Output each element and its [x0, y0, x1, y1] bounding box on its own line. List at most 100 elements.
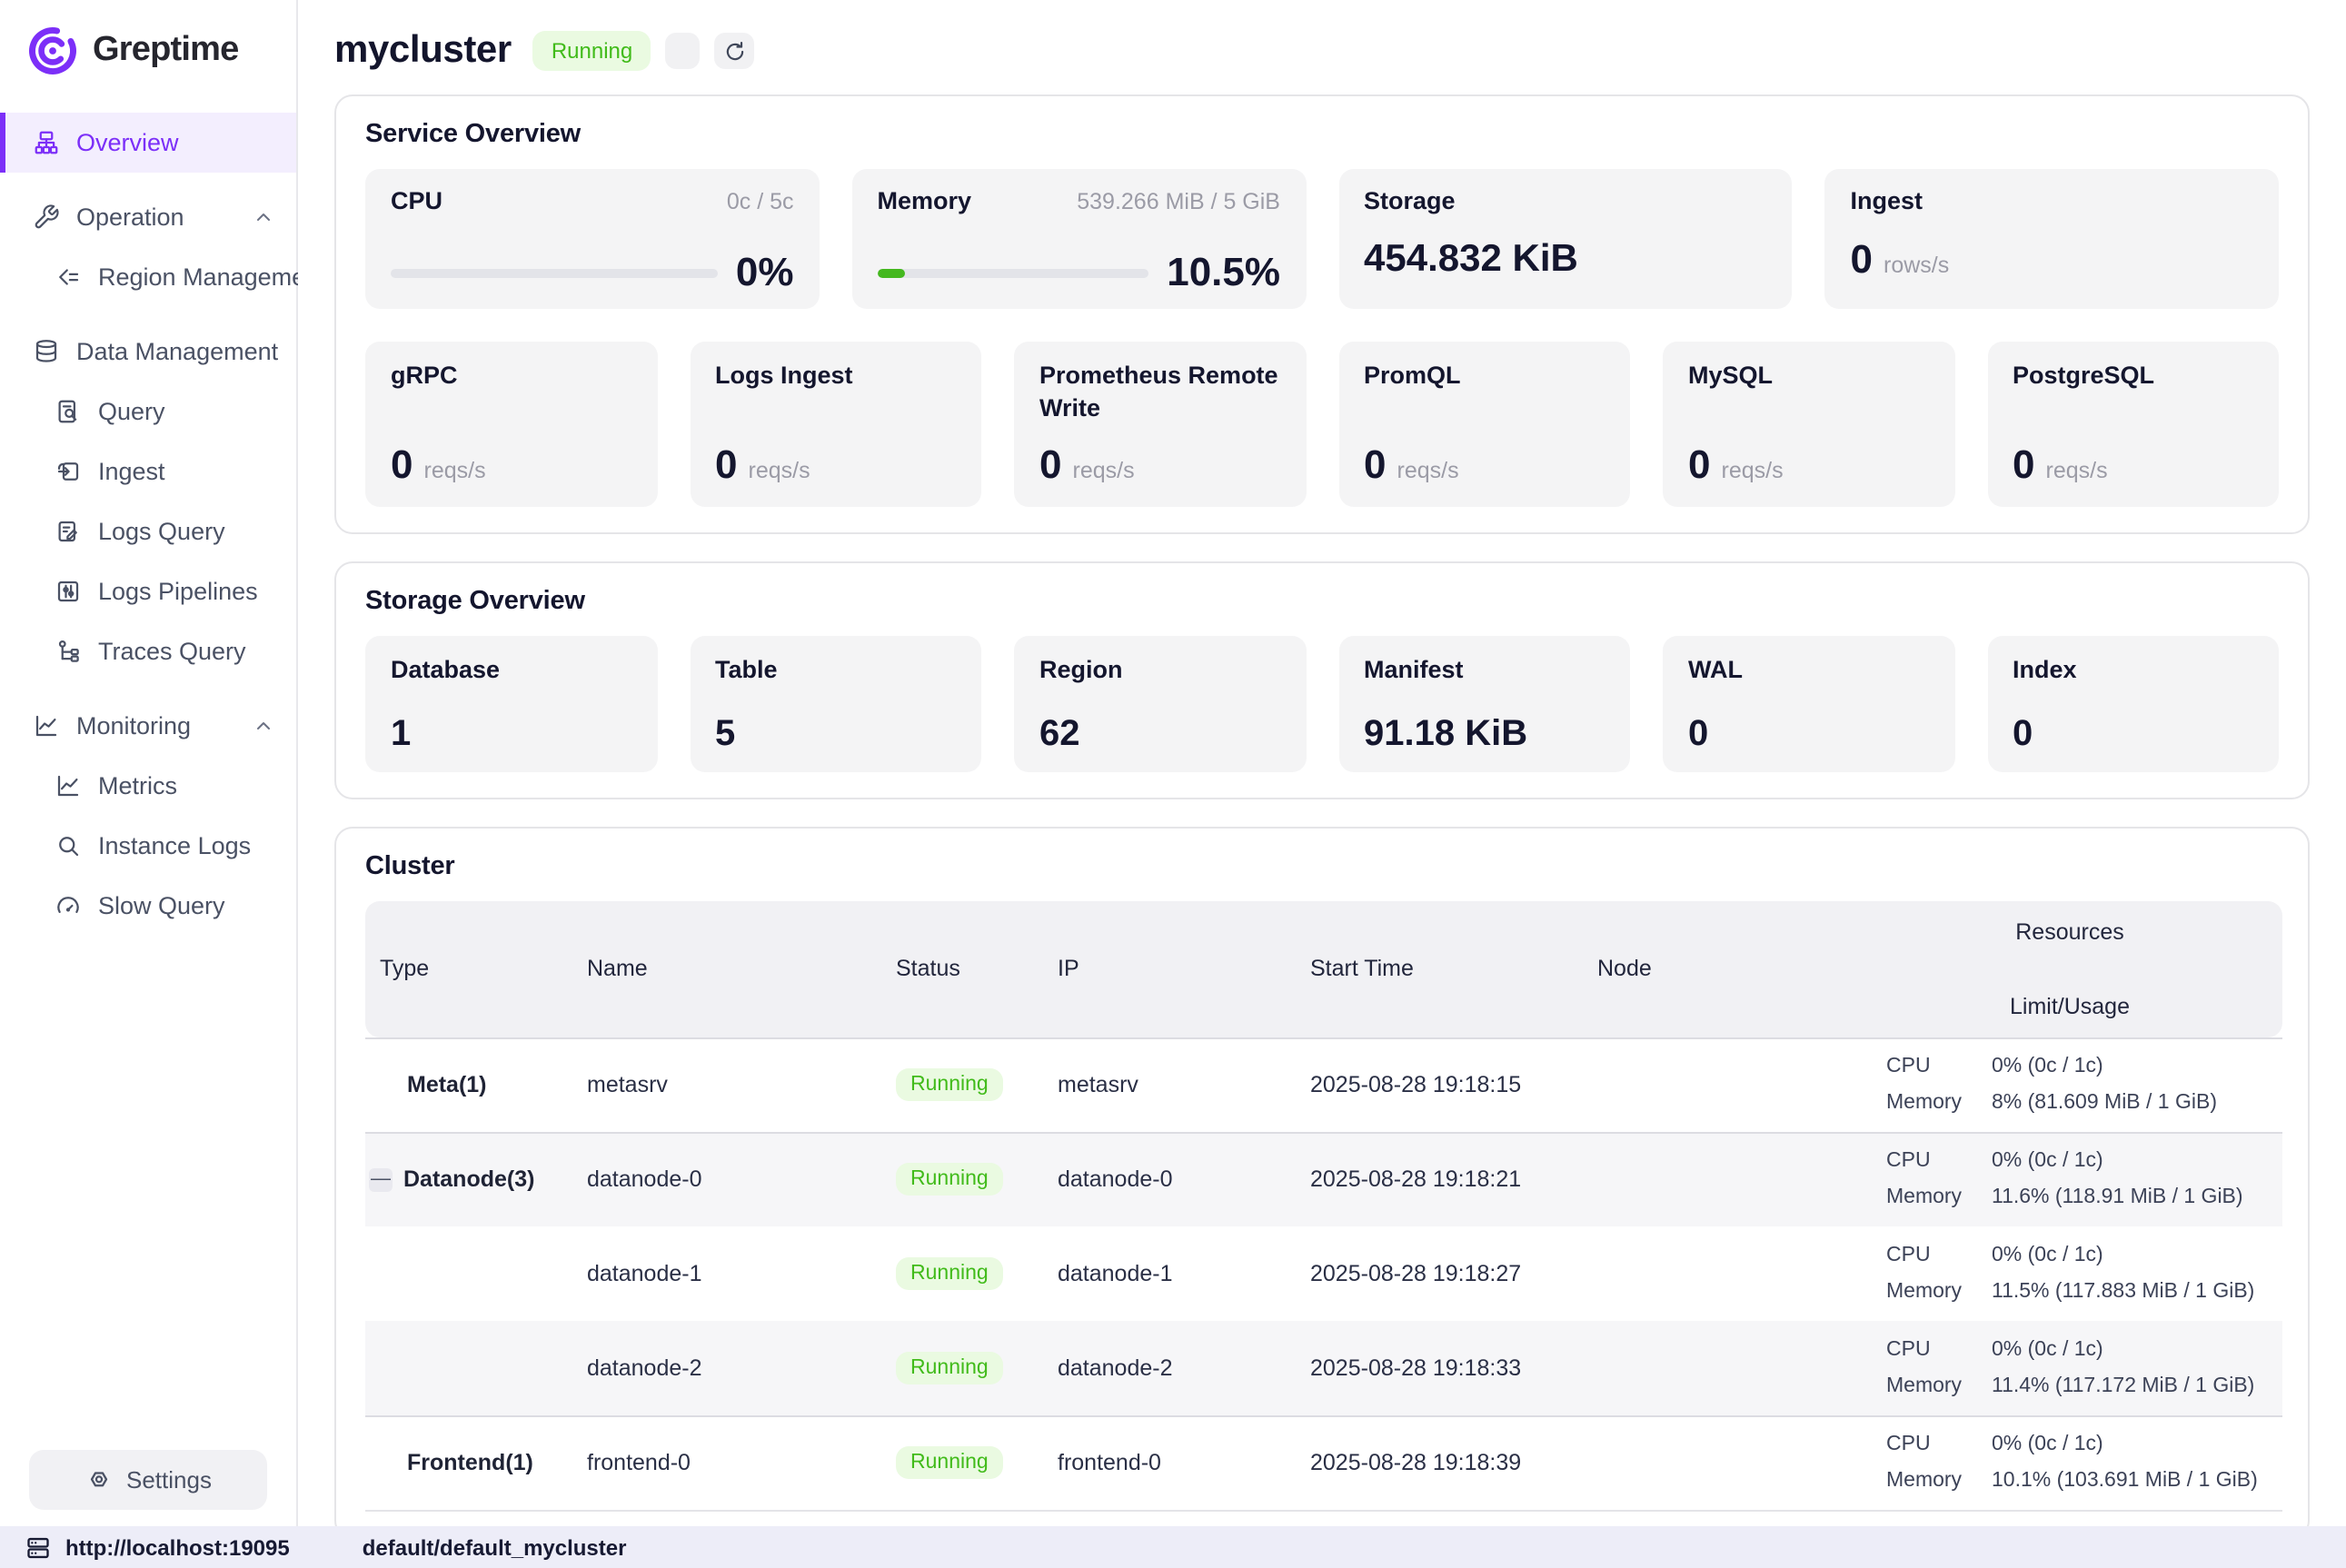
- sidebar-item-region-management[interactable]: Region Management: [0, 247, 296, 307]
- cpu-res-label: CPU: [1886, 1332, 1992, 1368]
- row-type: Meta(1): [407, 1072, 487, 1097]
- cpu-res-value: 0% (0c / 1c): [1992, 1144, 2103, 1180]
- stat-value: 0: [2013, 716, 2253, 752]
- status-badge: Running: [896, 1068, 1003, 1101]
- chevron-up-icon: [253, 715, 274, 737]
- refresh-button[interactable]: [714, 33, 754, 69]
- memory-card: Memory 539.266 MiB / 5 GiB 10.5%: [852, 169, 1307, 309]
- ingest-value: 0: [1851, 240, 1874, 280]
- wrench-icon: [33, 203, 60, 231]
- cpu-res-value: 0% (0c / 1c): [1992, 1237, 2103, 1274]
- sidebar-item-logs-query[interactable]: Logs Query: [0, 501, 296, 561]
- col-node: Node: [1597, 901, 1857, 1037]
- wal-card: WAL 0: [1663, 636, 1954, 772]
- mysql-card: MySQL 0reqs/s: [1663, 342, 1954, 507]
- stat-value: 1: [391, 716, 631, 752]
- sliders-icon: [55, 578, 82, 605]
- sidebar-item-logs-pipelines[interactable]: Logs Pipelines: [0, 561, 296, 621]
- index-card: Index 0: [1987, 636, 2279, 772]
- storage-overview-panel: Storage Overview Database 1 Table 5 Regi…: [334, 561, 2310, 799]
- row-type: Frontend(1): [407, 1450, 533, 1475]
- row-resources: CPU0% (0c / 1c) Memory11.5% (117.883 MiB…: [1857, 1226, 2282, 1321]
- row-start-time: 2025-08-28 19:18:27: [1310, 1226, 1597, 1321]
- row-start-time: 2025-08-28 19:18:33: [1310, 1321, 1597, 1415]
- sidebar-item-label: Logs Pipelines: [98, 578, 258, 605]
- sidebar-item-instance-logs[interactable]: Instance Logs: [0, 816, 296, 876]
- row-name: metasrv: [587, 1037, 896, 1132]
- sidebar-item-label: Query: [98, 398, 165, 425]
- page-header: mycluster Running: [334, 0, 2310, 94]
- folder-in-icon: [55, 458, 82, 485]
- protocol-unit: reqs/s: [1397, 458, 1459, 483]
- protocol-unit: reqs/s: [424, 458, 486, 483]
- sidebar-item-data-management[interactable]: Data Management: [0, 322, 296, 382]
- table-row-frontend-0[interactable]: Frontend(1) frontend-0 Running frontend-…: [365, 1415, 2282, 1510]
- row-resources: CPU0% (0c / 1c) Memory8% (81.609 MiB / 1…: [1857, 1037, 2282, 1132]
- memory-progress-bar: [878, 268, 1149, 277]
- cpu-progress-bar: [391, 268, 718, 277]
- row-node: [1597, 1037, 1857, 1132]
- cpu-res-value: 0% (0c / 1c): [1992, 1048, 2103, 1085]
- region-card: Region 62: [1014, 636, 1306, 772]
- table-row-datanode-2[interactable]: datanode-2 Running datanode-2 2025-08-28…: [365, 1321, 2282, 1415]
- sidebar-item-label: Metrics: [98, 772, 177, 799]
- col-limit-usage-label: Limit/Usage: [1857, 994, 2282, 1019]
- protocol-label: Prometheus Remote Write: [1039, 360, 1280, 426]
- sidebar-nav: Overview Operation Region Management Dat…: [0, 113, 296, 1450]
- stat-value: 5: [715, 716, 956, 752]
- promql-card: PromQL 0reqs/s: [1338, 342, 1630, 507]
- sidebar-item-label: Instance Logs: [98, 832, 251, 859]
- table-row-metasrv[interactable]: Meta(1) metasrv Running metasrv 2025-08-…: [365, 1037, 2282, 1132]
- table-row-datanode-1[interactable]: datanode-1 Running datanode-1 2025-08-28…: [365, 1226, 2282, 1321]
- cpu-res-label: CPU: [1886, 1426, 1992, 1463]
- postgresql-card: PostgreSQL 0reqs/s: [1987, 342, 2279, 507]
- table-row-datanode-0[interactable]: — Datanode(3) datanode-0 Running datanod…: [365, 1132, 2282, 1226]
- collapse-datanode-button[interactable]: —: [369, 1168, 393, 1192]
- cpu-label: CPU: [391, 187, 442, 214]
- protocol-value: 0: [391, 445, 413, 485]
- row-type: Datanode(3): [403, 1167, 534, 1193]
- memory-res-label: Memory: [1886, 1085, 1992, 1121]
- grpc-card: gRPC 0reqs/s: [365, 342, 657, 507]
- sidebar-item-overview[interactable]: Overview: [0, 113, 296, 173]
- memory-label: Memory: [878, 187, 972, 214]
- row-start-time: 2025-08-28 19:18:15: [1310, 1037, 1597, 1132]
- protocol-value: 0: [2013, 445, 2035, 485]
- protocol-label: PromQL: [1364, 360, 1605, 392]
- sidebar-item-label: Operation: [76, 203, 184, 231]
- status-badge: Running: [896, 1352, 1003, 1384]
- row-name: datanode-1: [587, 1226, 896, 1321]
- sidebar-item-operation[interactable]: Operation: [0, 187, 296, 247]
- sidebar-item-metrics[interactable]: Metrics: [0, 756, 296, 816]
- cluster-table: Type Name Status IP Start Time Node Reso…: [365, 901, 2282, 1511]
- row-resources: CPU0% (0c / 1c) Memory11.4% (117.172 MiB…: [1857, 1321, 2282, 1415]
- greptime-spiral-icon: [25, 24, 80, 78]
- sidebar-item-query[interactable]: Query: [0, 382, 296, 442]
- header-extra-button[interactable]: [665, 33, 700, 69]
- memory-res-value: 8% (81.609 MiB / 1 GiB): [1992, 1085, 2217, 1121]
- stat-label: Database: [391, 656, 500, 683]
- memory-res-label: Memory: [1886, 1368, 1992, 1404]
- memory-res-label: Memory: [1886, 1274, 1992, 1310]
- protocol-unit: reqs/s: [1722, 458, 1784, 483]
- logs-ingest-card: Logs Ingest 0reqs/s: [690, 342, 981, 507]
- settings-button[interactable]: Settings: [29, 1450, 267, 1510]
- memory-limit: 539.266 MiB / 5 GiB: [1077, 189, 1280, 214]
- sidebar-item-traces-query[interactable]: Traces Query: [0, 621, 296, 681]
- stat-value: 62: [1039, 716, 1280, 752]
- sidebar-item-label: Data Management: [76, 338, 278, 365]
- ingest-unit: rows/s: [1884, 253, 1949, 278]
- app-window: Greptime Overview Operation Region Manag…: [0, 0, 2346, 1568]
- col-start-time: Start Time: [1310, 901, 1597, 1037]
- cpu-limit: 0c / 5c: [727, 189, 794, 214]
- row-ip: frontend-0: [1058, 1415, 1310, 1510]
- tree-icon: [55, 638, 82, 665]
- sidebar-item-ingest[interactable]: Ingest: [0, 442, 296, 501]
- cpu-percent: 0%: [736, 253, 794, 293]
- cpu-res-label: CPU: [1886, 1048, 1992, 1085]
- gauge-icon: [55, 892, 82, 919]
- sidebar-item-slow-query[interactable]: Slow Query: [0, 876, 296, 936]
- sidebar-item-monitoring[interactable]: Monitoring: [0, 696, 296, 756]
- service-overview-title: Service Overview: [365, 120, 2279, 149]
- cpu-res-value: 0% (0c / 1c): [1992, 1332, 2103, 1368]
